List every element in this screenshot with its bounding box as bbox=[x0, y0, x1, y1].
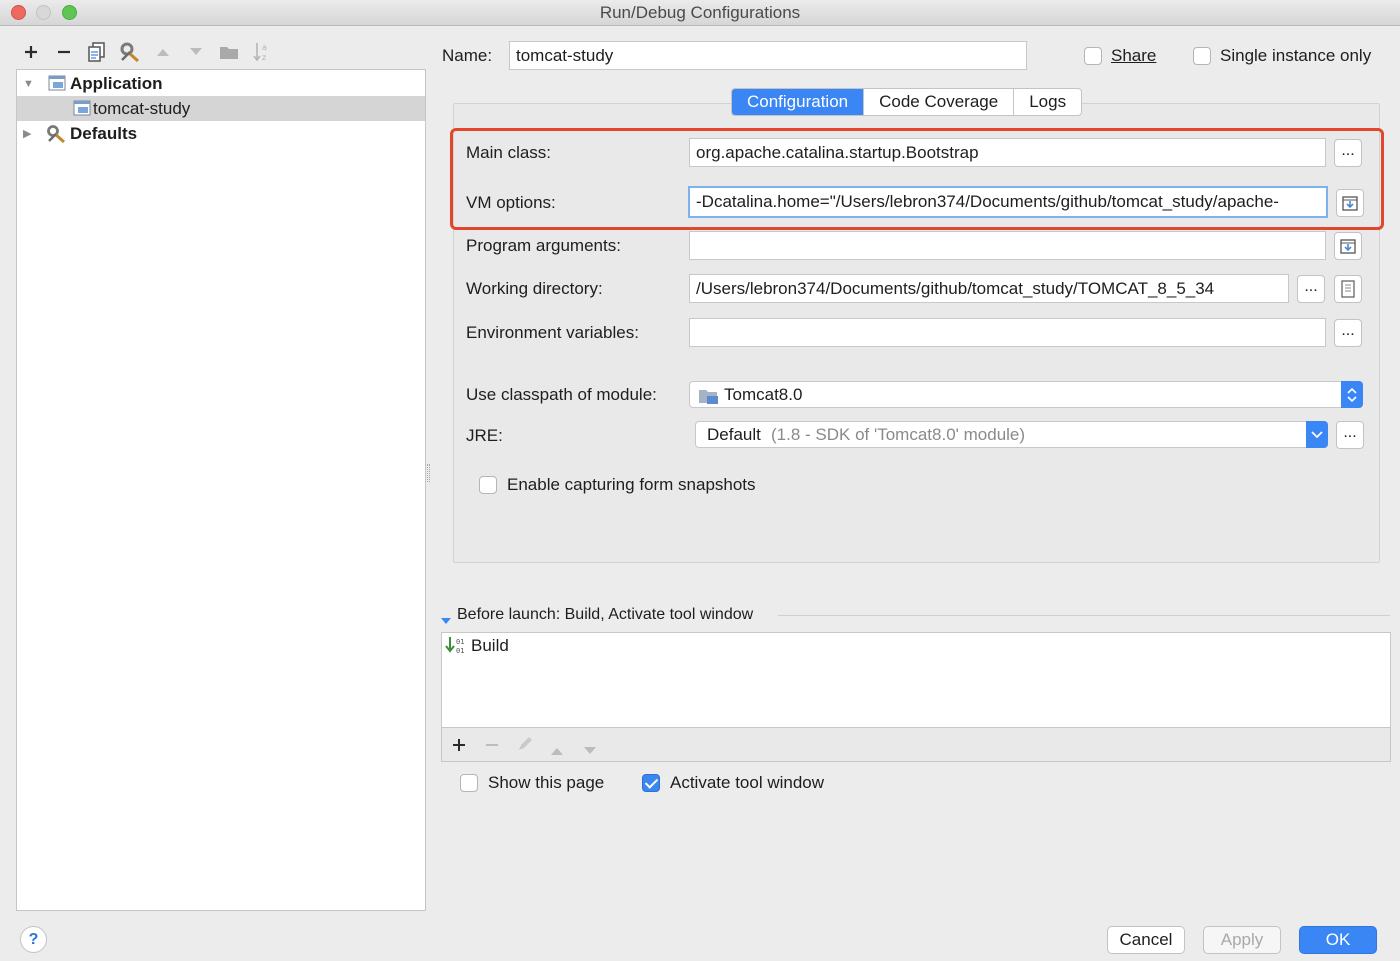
remove-icon[interactable] bbox=[51, 36, 77, 68]
move-up-icon[interactable] bbox=[150, 36, 176, 68]
edit-defaults-icon[interactable] bbox=[117, 36, 143, 68]
show-page-checkbox[interactable] bbox=[460, 774, 478, 792]
expand-arrow-icon[interactable]: ▼ bbox=[23, 78, 34, 90]
collapse-arrow-icon[interactable]: ▶ bbox=[23, 127, 31, 140]
tree-item-label: Application bbox=[70, 73, 163, 93]
highlight-box bbox=[450, 128, 1384, 230]
program-arguments-field[interactable] bbox=[689, 231, 1326, 260]
jre-value: Default bbox=[707, 425, 761, 444]
macro-icon bbox=[1341, 280, 1355, 298]
before-launch-collapse-icon[interactable] bbox=[441, 610, 451, 630]
browse-jre-button[interactable]: ... bbox=[1336, 421, 1364, 449]
list-item[interactable]: 01 01 Build bbox=[442, 633, 1390, 658]
program-arguments-label: Program arguments: bbox=[466, 236, 621, 255]
splitter-handle[interactable] bbox=[427, 464, 430, 482]
tree-item-label: tomcat-study bbox=[93, 98, 191, 118]
single-instance-checkbox[interactable] bbox=[1193, 47, 1211, 65]
environment-variables-field[interactable] bbox=[689, 318, 1326, 347]
add-task-icon[interactable] bbox=[451, 736, 467, 759]
environment-variables-label: Environment variables: bbox=[466, 323, 639, 342]
copy-icon[interactable] bbox=[84, 36, 110, 68]
jre-label: JRE: bbox=[466, 426, 503, 445]
tab-configuration[interactable]: Configuration bbox=[732, 89, 865, 115]
svg-text:01: 01 bbox=[456, 638, 464, 646]
working-directory-label: Working directory: bbox=[466, 279, 603, 298]
jre-detail: (1.8 - SDK of 'Tomcat8.0' module) bbox=[771, 425, 1026, 444]
defaults-icon bbox=[46, 124, 65, 144]
share-checkbox[interactable] bbox=[1084, 47, 1102, 65]
svg-text:z: z bbox=[262, 53, 266, 62]
enable-snapshots-checkbox[interactable] bbox=[479, 476, 497, 494]
share-label: Share bbox=[1111, 46, 1157, 65]
working-directory-field[interactable]: /Users/lebron374/Documents/github/tomcat… bbox=[689, 274, 1289, 303]
ok-button[interactable]: OK bbox=[1299, 926, 1377, 954]
list-item-label: Build bbox=[471, 636, 509, 655]
before-launch-toolbar bbox=[441, 728, 1391, 762]
config-toolbar: az bbox=[16, 36, 426, 68]
title-bar: Run/Debug Configurations bbox=[0, 0, 1400, 26]
help-button[interactable]: ? bbox=[20, 926, 47, 953]
remove-task-icon[interactable] bbox=[484, 736, 500, 759]
config-tabs: Configuration Code Coverage Logs bbox=[731, 88, 1083, 116]
move-task-up-icon[interactable] bbox=[550, 739, 564, 762]
tree-item-tomcat-study[interactable]: tomcat-study bbox=[17, 96, 425, 121]
name-label: Name: bbox=[442, 46, 493, 65]
show-page-label: Show this page bbox=[488, 773, 605, 792]
run-config-icon bbox=[73, 100, 91, 116]
single-instance-label: Single instance only bbox=[1220, 46, 1372, 65]
tree-item-label: Defaults bbox=[70, 123, 138, 143]
move-task-down-icon[interactable] bbox=[583, 739, 597, 762]
config-tree: ▼ Application tomcat-study ▶ Defaults bbox=[16, 69, 426, 911]
cancel-button[interactable]: Cancel bbox=[1107, 926, 1185, 954]
before-launch-list: 01 01 Build bbox=[441, 632, 1391, 728]
module-folder-icon bbox=[698, 387, 720, 412]
svg-text:a: a bbox=[262, 43, 267, 52]
activate-tool-window-label: Activate tool window bbox=[670, 773, 825, 792]
chevron-down-icon bbox=[1306, 421, 1328, 448]
edit-task-icon[interactable] bbox=[516, 735, 534, 759]
build-icon: 01 01 bbox=[445, 636, 467, 661]
activate-tool-window-checkbox[interactable] bbox=[642, 774, 660, 792]
section-divider bbox=[778, 615, 1390, 616]
application-icon bbox=[48, 75, 66, 91]
updown-chevron-icon bbox=[1341, 381, 1363, 408]
browse-working-directory-button[interactable]: ... bbox=[1297, 275, 1325, 303]
insert-macro-button[interactable] bbox=[1334, 275, 1362, 303]
expand-field-icon bbox=[1340, 239, 1356, 254]
folder-icon[interactable] bbox=[216, 36, 242, 68]
tree-item-defaults[interactable]: ▶ Defaults bbox=[17, 121, 425, 146]
enable-snapshots-label: Enable capturing form snapshots bbox=[507, 475, 756, 494]
window-title: Run/Debug Configurations bbox=[599, 3, 801, 22]
before-launch-title: Before launch: Build, Activate tool wind… bbox=[457, 606, 754, 623]
edit-environment-variables-button[interactable]: ... bbox=[1334, 319, 1362, 347]
jre-select[interactable]: Default (1.8 - SDK of 'Tomcat8.0' module… bbox=[695, 421, 1328, 448]
apply-button[interactable]: Apply bbox=[1203, 926, 1281, 954]
classpath-module-select[interactable]: Tomcat8.0 bbox=[689, 381, 1363, 408]
tab-code-coverage[interactable]: Code Coverage bbox=[864, 89, 1015, 115]
name-field[interactable]: tomcat-study bbox=[509, 41, 1027, 70]
move-down-icon[interactable] bbox=[183, 36, 209, 68]
expand-program-arguments-button[interactable] bbox=[1334, 232, 1362, 260]
svg-text:01: 01 bbox=[456, 647, 464, 655]
add-icon[interactable] bbox=[18, 36, 44, 68]
sort-icon[interactable]: az bbox=[249, 36, 275, 68]
classpath-module-value: Tomcat8.0 bbox=[724, 385, 803, 404]
classpath-module-label: Use classpath of module: bbox=[466, 385, 657, 404]
tree-item-application[interactable]: ▼ Application bbox=[17, 71, 425, 96]
tab-logs[interactable]: Logs bbox=[1014, 89, 1081, 115]
